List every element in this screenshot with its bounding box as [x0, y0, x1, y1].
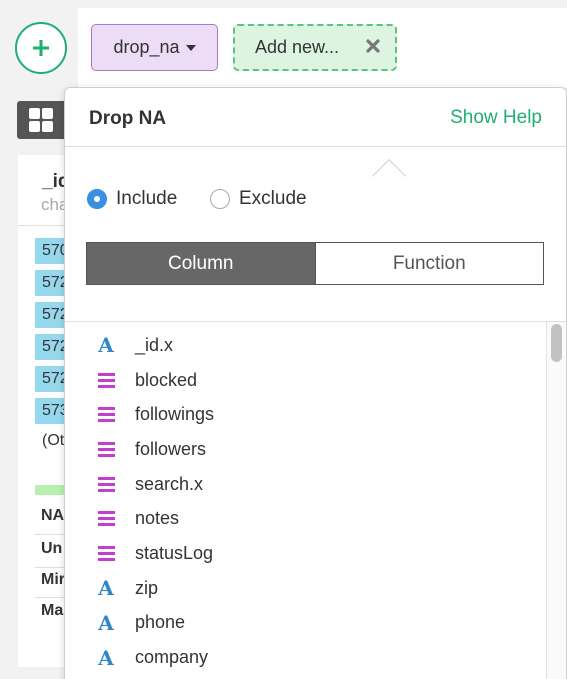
step-label: drop_na [113, 37, 180, 57]
character-type-icon: A [98, 333, 114, 358]
column-item-name: blocked [135, 369, 198, 390]
list-type-icon [95, 508, 117, 530]
column-item-name: notes [135, 508, 180, 529]
drop-na-popup: Drop NA Show Help Include Exclude Column… [64, 87, 567, 679]
grid-view-toggle[interactable] [17, 101, 65, 139]
popup-title: Drop NA [89, 108, 167, 129]
divider [65, 146, 566, 147]
add-step-button[interactable] [15, 22, 67, 74]
list-item[interactable]: A phone [65, 606, 545, 641]
grid-icon [29, 108, 53, 132]
list-type-icon [95, 473, 117, 495]
column-item-name: search.x [135, 473, 204, 494]
scrollbar-track[interactable] [546, 322, 566, 679]
popup-arrow [372, 159, 406, 193]
stat-label: Mir [41, 571, 65, 588]
plus-icon [33, 40, 49, 56]
step-drop-na-tag[interactable]: drop_na [91, 24, 218, 71]
list-type-icon [95, 542, 117, 564]
mode-segmented-control: Column Function [86, 242, 544, 285]
radio-include[interactable]: Include [87, 188, 177, 210]
column-item-name: followers [135, 438, 207, 459]
list-type-icon [95, 369, 117, 391]
tab-column[interactable]: Column [87, 243, 315, 284]
new-step-label: Add new... [255, 37, 340, 57]
show-help-link[interactable]: Show Help [450, 107, 542, 129]
list-type-icon [95, 438, 117, 460]
list-item[interactable]: A _id.x [65, 328, 545, 363]
caret-down-icon [185, 44, 196, 51]
column-item-name: followings [135, 404, 215, 425]
radio-unselected-icon[interactable] [210, 189, 230, 209]
column-item-name: phone [135, 612, 186, 633]
column-item-name: company [135, 647, 209, 668]
stat-label: Ma [41, 602, 64, 619]
radio-exclude-label: Exclude [239, 188, 307, 209]
list-item[interactable]: blocked [65, 363, 545, 398]
list-item[interactable]: A company [65, 640, 545, 675]
list-item[interactable]: statusLog [65, 536, 545, 571]
radio-exclude[interactable]: Exclude [210, 188, 307, 210]
list-item[interactable]: notes [65, 501, 545, 536]
list-item[interactable]: followers [65, 432, 545, 467]
character-type-icon: A [98, 610, 114, 635]
list-type-icon [95, 404, 117, 426]
character-type-icon: A [98, 576, 114, 601]
close-icon[interactable] [365, 38, 381, 54]
column-item-name: _id.x [135, 334, 174, 355]
add-new-step-tag[interactable]: Add new... [233, 24, 397, 71]
radio-include-label: Include [116, 188, 178, 209]
list-item[interactable]: search.x [65, 467, 545, 502]
column-item-name: zip [135, 577, 159, 598]
list-item[interactable]: A zip [65, 571, 545, 606]
stat-label: Un [41, 540, 63, 557]
scrollbar-thumb[interactable] [551, 324, 562, 362]
list-item[interactable]: followings [65, 397, 545, 432]
radio-selected-icon[interactable] [87, 189, 107, 209]
other-label: (Ot [42, 432, 65, 449]
character-type-icon: A [98, 645, 114, 670]
tab-function[interactable]: Function [314, 243, 543, 284]
divider [65, 321, 566, 322]
column-list: A _id.x blocked followings followers sea… [65, 328, 545, 675]
stat-label: NA [41, 507, 65, 524]
column-item-name: statusLog [135, 542, 214, 563]
